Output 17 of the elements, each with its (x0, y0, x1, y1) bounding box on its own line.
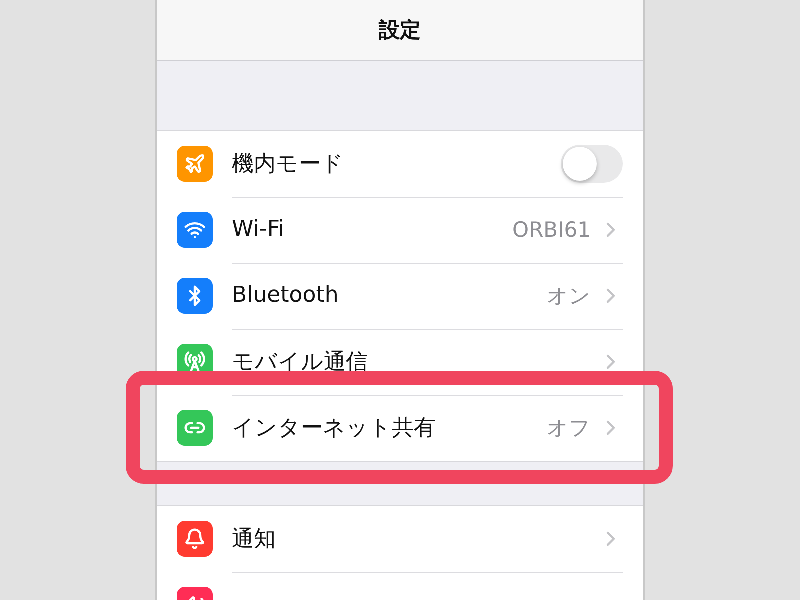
row-value: ORBI61 (512, 218, 591, 242)
row-label: Bluetooth (232, 283, 340, 308)
row-value: オン (547, 282, 591, 310)
row-label: モバイル通信 (232, 348, 369, 376)
row-label: 機内モード (232, 150, 345, 178)
settings-row[interactable]: インターネット共有 オフ (157, 395, 643, 461)
settings-row[interactable]: Bluetooth オン (157, 263, 643, 329)
settings-row[interactable]: Wi-Fi ORBI61 (157, 197, 643, 263)
row-label: Wi-Fi (232, 217, 286, 242)
row-label: 通知 (232, 526, 277, 554)
toggle-switch[interactable] (561, 144, 623, 182)
settings-row[interactable]: モバイル通信 (157, 329, 643, 395)
row-value: オフ (547, 415, 591, 442)
settings-row[interactable]: 通知 (157, 506, 643, 572)
row-label: インターネット共有 (232, 415, 437, 443)
settings-row[interactable]: 機内モード (157, 131, 643, 197)
screen-title: 設定 (379, 17, 421, 44)
